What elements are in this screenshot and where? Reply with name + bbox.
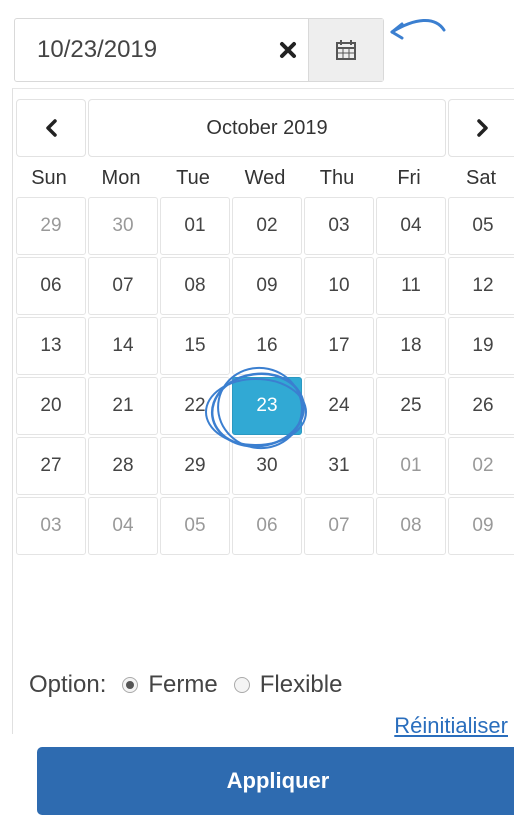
weekday-label: Mon [101,167,141,189]
date-input[interactable]: 10/23/2019 [14,18,384,82]
weekday-label: Fri [397,167,421,189]
day-cell[interactable]: 22 [160,377,230,435]
day-cell[interactable]: 01 [376,437,446,495]
day-cell[interactable]: 08 [160,257,230,315]
option-label: Option: [29,671,107,698]
day-cell[interactable]: 20 [16,377,86,435]
day-cell[interactable]: 16 [232,317,302,375]
day-cell[interactable]: 19 [448,317,514,375]
day-cell[interactable]: 09 [448,497,514,555]
radio-dot [126,681,135,689]
day-cell[interactable]: 17 [304,317,374,375]
radio-ferme-label[interactable]: Ferme [148,671,217,699]
day-cell[interactable]: 04 [376,197,446,255]
day-cell[interactable]: 30 [232,437,302,495]
option-row: Option: Ferme Flexible [29,669,342,701]
day-cell[interactable]: 29 [160,437,230,495]
month-label[interactable]: October 2019 [88,99,446,157]
radio-ferme[interactable] [122,677,139,693]
day-cell[interactable]: 02 [448,437,514,495]
calendar-popup: October 2019 Sun Mon Tue Wed Thu Fri Sat 29 30 0… [12,88,514,815]
day-cell[interactable]: 27 [16,437,86,495]
day-cell[interactable]: 05 [160,497,230,555]
day-cell[interactable]: 14 [88,317,158,375]
day-cell[interactable]: 03 [16,497,86,555]
weekday-label: Thu [319,167,355,189]
day-grid: 29 30 01 02 03 04 05 06 07 08 09 10 11 12 13 14 15 16 17 18… [16,197,514,555]
day-cell[interactable]: 05 [448,197,514,255]
day-cell[interactable]: 18 [376,317,446,375]
day-cell[interactable]: 09 [232,257,302,315]
day-cell[interactable]: 15 [160,317,230,375]
radio-flexible[interactable] [233,677,250,693]
radio-flexible-label[interactable]: Flexible [260,671,343,699]
day-cell[interactable]: 24 [304,377,374,435]
chevron-left-icon [46,119,57,137]
reset-link[interactable]: Réinitialiser [394,713,508,739]
day-cell[interactable]: 21 [88,377,158,435]
next-month-button[interactable] [448,99,514,157]
day-cell[interactable]: 02 [232,197,302,255]
weekday-header: Sun Mon Tue Wed Thu Fri Sat [13,159,514,197]
day-cell[interactable]: 07 [88,257,158,315]
day-cell[interactable]: 01 [160,197,230,255]
day-cell[interactable]: 06 [16,257,86,315]
day-cell[interactable]: 06 [232,497,302,555]
day-cell[interactable]: 07 [304,497,374,555]
day-cell[interactable]: 03 [304,197,374,255]
day-cell[interactable]: 28 [88,437,158,495]
calendar-icon [336,40,356,60]
annotation-arrow [390,19,446,40]
chevron-right-icon [477,119,488,137]
calendar-button[interactable] [308,19,383,81]
day-cell[interactable]: 29 [16,197,86,255]
weekday-label: Sat [465,167,497,189]
day-cell[interactable]: 10 [304,257,374,315]
day-cell[interactable]: 04 [88,497,158,555]
day-cell[interactable]: 30 [88,197,158,255]
day-cell[interactable]: 26 [448,377,514,435]
weekday-label: Sun [31,167,67,189]
weekday-label: Tue [176,167,210,189]
weekday-label: Wed [244,167,286,189]
day-cell-selected[interactable]: 23 [232,377,302,435]
close-icon [280,42,296,58]
prev-month-button[interactable] [16,99,86,157]
day-cell[interactable]: 13 [16,317,86,375]
day-cell[interactable]: 25 [376,377,446,435]
day-cell[interactable]: 12 [448,257,514,315]
day-cell[interactable]: 31 [304,437,374,495]
day-cell[interactable]: 08 [376,497,446,555]
day-cell[interactable]: 11 [376,257,446,315]
date-value[interactable]: 10/23/2019 [37,19,157,81]
apply-button[interactable]: Appliquer [37,747,514,815]
